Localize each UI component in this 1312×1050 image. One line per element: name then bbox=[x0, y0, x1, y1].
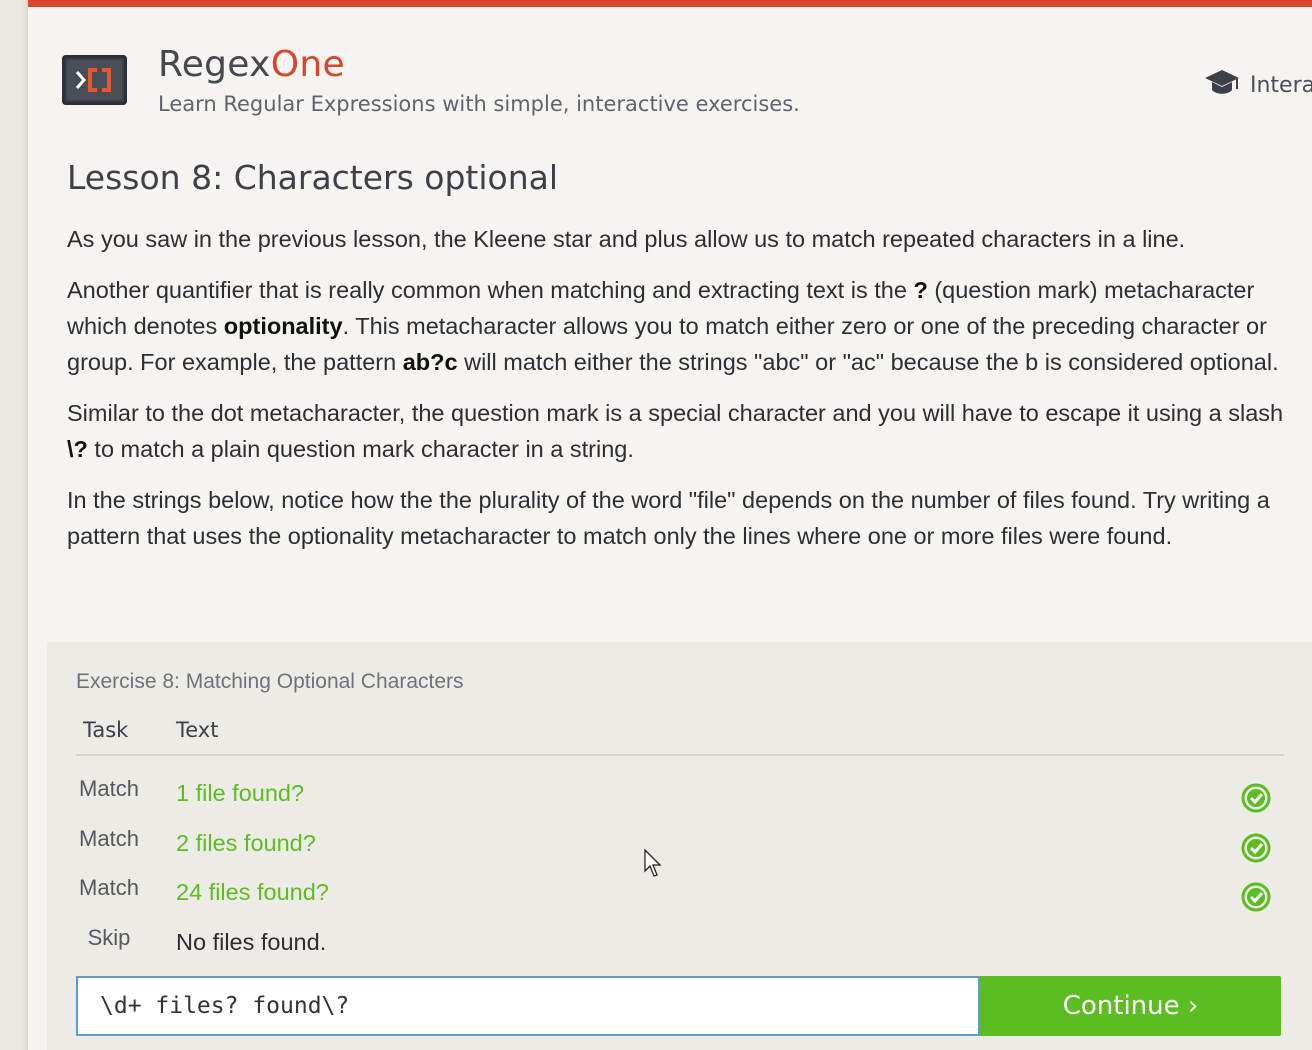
column-header-task: Task bbox=[83, 718, 129, 742]
lesson-paragraph-1: As you saw in the previous lesson, the K… bbox=[67, 226, 1186, 252]
nav-interactive-tutorial-link[interactable]: Intera bbox=[1204, 67, 1312, 103]
lesson-paragraph-3: Similar to the dot metacharacter, the qu… bbox=[67, 400, 1284, 462]
row-task: Skip bbox=[87, 924, 131, 950]
check-circle-icon bbox=[1240, 832, 1272, 864]
exercise-title: Exercise 8: Matching Optional Characters bbox=[76, 670, 464, 693]
check-circle-icon bbox=[1240, 881, 1272, 913]
row-text: 1 file found? bbox=[176, 780, 305, 806]
column-header-text: Text bbox=[176, 718, 219, 742]
page-container: RegexOne Learn Regular Expressions with … bbox=[28, 0, 1312, 1050]
exercise-table: Task Text Match 1 file found? Match 2 fi… bbox=[76, 714, 1284, 966]
continue-button[interactable]: Continue › bbox=[980, 976, 1281, 1036]
row-text: 2 files found? bbox=[176, 829, 316, 856]
nav-link-label: Intera bbox=[1250, 72, 1312, 98]
row-task: Match bbox=[79, 875, 139, 900]
row-task: Match bbox=[79, 825, 139, 851]
row-text: No files found. bbox=[176, 928, 327, 955]
brand-title[interactable]: RegexOne bbox=[158, 43, 345, 87]
exercise-panel: Exercise 8: Matching Optional Characters… bbox=[47, 642, 1312, 1050]
table-row: Match 2 files found? bbox=[76, 818, 1284, 868]
table-row: Match 24 files found? bbox=[76, 867, 1284, 917]
table-row: Skip No files found. bbox=[76, 917, 1284, 967]
regexone-logo-icon[interactable] bbox=[62, 55, 127, 105]
row-task: Match bbox=[79, 776, 139, 801]
row-text: 24 files found? bbox=[176, 879, 329, 905]
check-circle-icon bbox=[1240, 782, 1272, 814]
regex-input[interactable] bbox=[78, 978, 978, 1034]
exercise-table-header: Task Text bbox=[76, 714, 1284, 756]
graduation-cap-icon bbox=[1204, 67, 1240, 103]
mouse-cursor-icon bbox=[644, 849, 662, 877]
lesson-title: Lesson 8: Characters optional bbox=[67, 158, 559, 197]
tagline: Learn Regular Expressions with simple, i… bbox=[158, 92, 800, 116]
lesson-paragraph-2: Another quantifier that is really common… bbox=[67, 277, 1279, 375]
table-row: Match 1 file found? bbox=[76, 768, 1284, 818]
lesson-paragraph-4: In the strings below, notice how the the… bbox=[67, 487, 1270, 549]
regex-input-wrapper bbox=[76, 976, 980, 1036]
lesson-body: As you saw in the previous lesson, the K… bbox=[67, 221, 1307, 569]
